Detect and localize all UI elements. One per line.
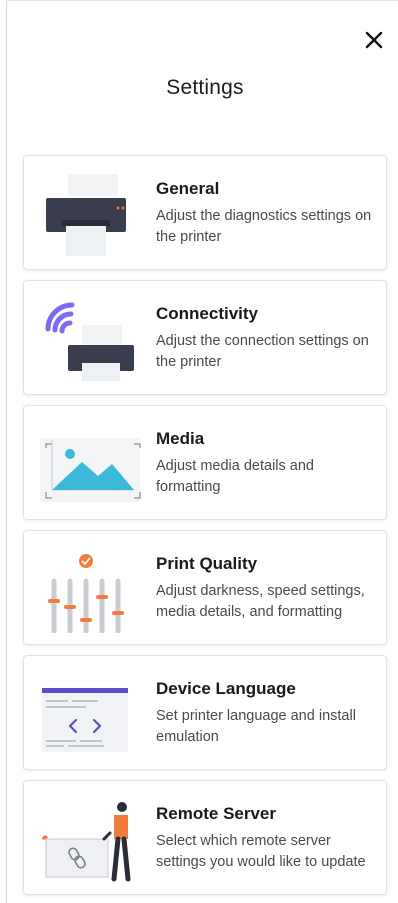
wireless-printer-illustration [38, 293, 148, 383]
card-title: Device Language [156, 679, 296, 698]
printer-illustration [38, 168, 148, 258]
person-link-illustration [38, 793, 148, 883]
card-description: Adjust media details and formatting [156, 458, 314, 495]
settings-card-remote-server[interactable]: Remote Server Select which remote server… [23, 780, 387, 895]
card-description: Set printer language and install emulati… [156, 708, 356, 745]
card-title: General [156, 179, 220, 198]
card-title: Print Quality [156, 554, 258, 573]
code-window-illustration [38, 668, 148, 758]
page-title: Settings [166, 76, 244, 99]
card-title: Connectivity [156, 304, 259, 323]
settings-card-print-quality[interactable]: Print Quality Adjust darkness, speed set… [23, 530, 387, 645]
settings-card-connectivity[interactable]: Connectivity Adjust the connection setti… [23, 280, 387, 395]
card-title: Remote Server [156, 804, 277, 823]
card-description: Adjust the diagnostics settings on the p… [156, 208, 372, 245]
close-icon [365, 31, 383, 49]
image-illustration [38, 418, 148, 508]
card-description: Adjust darkness, speed settings, media d… [156, 583, 365, 620]
settings-card-general[interactable]: General Adjust the diagnostics settings … [23, 155, 387, 270]
settings-card-device-language[interactable]: Device Language Set printer language and… [23, 655, 387, 770]
sliders-illustration [38, 543, 148, 636]
card-description: Select which remote server settings you … [156, 833, 366, 870]
settings-card-media[interactable]: Media Adjust media details and formattin… [23, 405, 387, 520]
card-description: Adjust the connection settings on the pr… [156, 333, 369, 370]
card-title: Media [156, 429, 205, 448]
close-button[interactable] [362, 28, 386, 52]
